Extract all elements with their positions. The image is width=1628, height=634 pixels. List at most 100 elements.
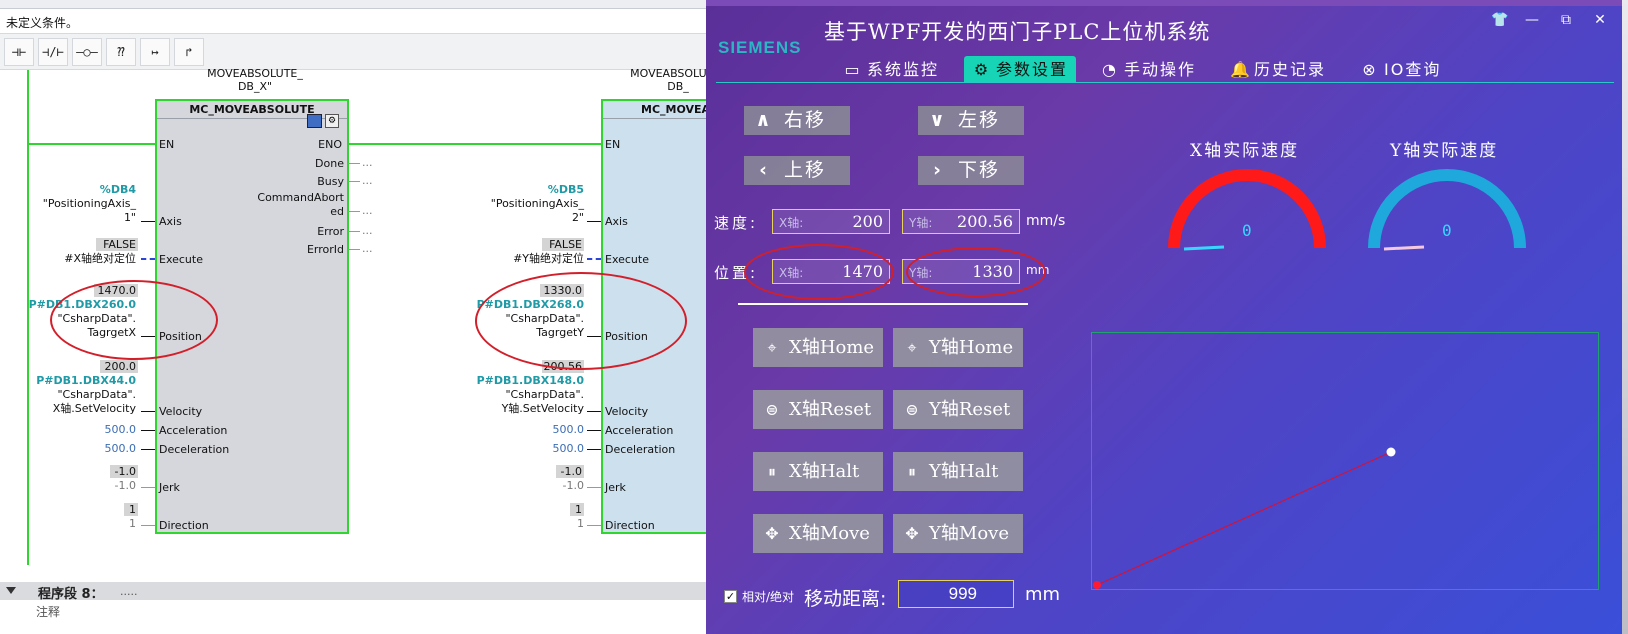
y-move-button[interactable]: ✥ Y轴Move — [893, 514, 1023, 553]
speed-y-value: 200.56 — [957, 212, 1013, 231]
x-reset-button[interactable]: ⊜ X轴Reset — [753, 390, 883, 429]
no-contact-button[interactable]: ⊣⊢ — [4, 38, 34, 66]
pin-en: EN — [159, 138, 175, 151]
velocity-addr-y: P#DB1.DBX148.0 — [476, 374, 584, 387]
button-label: Y轴Move — [929, 523, 1009, 544]
tab-parameter-settings[interactable]: ⚙ 参数设置 — [964, 56, 1077, 83]
bell-icon: 🔔 — [1230, 60, 1250, 79]
open-branch-button[interactable]: ↦ — [140, 38, 170, 66]
axis-name-y-1: "PositioningAxis_ — [490, 197, 584, 210]
velocity-tag-x-1: "CsharpData". — [57, 388, 136, 401]
speed-y-placeholder: Y轴: — [909, 216, 933, 230]
annotation-ellipse-pos-y — [906, 247, 1046, 297]
button-label: Y轴Halt — [929, 461, 999, 482]
out-wire — [348, 211, 360, 212]
app-title: 基于WPF开发的西门子PLC上位机系统 — [824, 20, 1211, 44]
out-wire — [348, 181, 360, 182]
diagnostics-icon[interactable]: ⚙ — [325, 114, 339, 128]
move-up-button[interactable]: ‹ 上移 — [744, 156, 850, 185]
move-distance-value: 999 — [948, 584, 977, 603]
acceleration-value-y: 500.0 — [552, 423, 585, 436]
chevron-right-icon: › — [933, 159, 941, 181]
tab-io-query[interactable]: ⊗ IO查询 — [1360, 56, 1441, 83]
execute-wire — [141, 258, 155, 260]
move-distance-unit: mm — [1025, 584, 1061, 605]
eno-to-en-wire — [347, 143, 602, 145]
pin-deceleration: Deceleration — [159, 443, 230, 456]
speed-x-field[interactable]: X轴: 200 — [772, 209, 890, 234]
separator-line — [738, 303, 1028, 305]
in-wire — [141, 525, 155, 526]
gauge-x — [1168, 169, 1326, 251]
skin-icon[interactable]: 👕 — [1490, 12, 1510, 28]
y-halt-button[interactable]: ⏸ Y轴Halt — [893, 452, 1023, 491]
pin-errorid: ErrorId — [306, 243, 344, 256]
pin-velocity: Velocity — [159, 405, 203, 418]
x-home-button[interactable]: ⌖ X轴Home — [753, 328, 883, 367]
button-label: 上移 — [784, 159, 827, 181]
button-label: Y轴Home — [929, 337, 1014, 358]
pin-execute: Execute — [605, 253, 649, 266]
button-label: Y轴Reset — [929, 399, 1011, 420]
in-wire — [587, 525, 601, 526]
move-left-button[interactable]: ∨ 左移 — [918, 106, 1024, 135]
empty-box-button[interactable]: ⁇ — [106, 38, 136, 66]
move-right-button[interactable]: ∧ 右移 — [744, 106, 850, 135]
deceleration-value-y: 500.0 — [552, 442, 585, 455]
velocity-value-x: 200.0 — [100, 360, 138, 373]
y-reset-button[interactable]: ⊜ Y轴Reset — [893, 390, 1023, 429]
trajectory-svg — [1093, 447, 1396, 589]
collapse-icon[interactable] — [6, 587, 16, 594]
tab-system-monitor[interactable]: ▭ 系统监控 — [843, 56, 939, 83]
move-icon: ✥ — [765, 524, 779, 543]
pin-direction: Direction — [159, 519, 209, 532]
condition-text: 未定义条件。 — [6, 16, 79, 30]
x-halt-button[interactable]: ⏸ X轴Halt — [753, 452, 883, 491]
tab-history[interactable]: 🔔 历史记录 — [1230, 56, 1326, 83]
maximize-button[interactable]: ⧉ — [1556, 12, 1576, 28]
in-wire — [141, 487, 155, 488]
speed-y-field[interactable]: Y轴: 200.56 — [902, 209, 1020, 234]
speed-x-placeholder: X轴: — [779, 216, 804, 230]
target-icon: ⌖ — [767, 338, 777, 357]
pin-done: Done — [315, 157, 344, 170]
chevron-left-icon: ‹ — [759, 159, 767, 181]
trajectory-plot — [1091, 332, 1599, 590]
tab-label: 历史记录 — [1254, 60, 1327, 79]
tab-manual-operation[interactable]: ◔ 手动操作 — [1100, 56, 1196, 83]
coil-button[interactable]: –○– — [72, 38, 102, 66]
relative-checkbox[interactable]: ✓ — [724, 590, 737, 603]
in-wire — [587, 487, 601, 488]
gauge-y — [1368, 169, 1526, 251]
close-branch-button[interactable]: ↱ — [174, 38, 204, 66]
db-open-icon[interactable] — [307, 114, 322, 128]
move-distance-field[interactable]: 999 — [898, 580, 1014, 608]
close-button[interactable]: ✕ — [1590, 12, 1610, 28]
instance-db-y-line2: DB_ — [667, 80, 689, 93]
in-wire — [141, 221, 155, 222]
en-wire-x — [27, 143, 155, 145]
network-comment[interactable]: 注释 — [36, 603, 60, 620]
out-dots: ... — [362, 224, 373, 237]
pin-axis: Axis — [159, 215, 182, 228]
instance-db-x-line2: DB_X" — [237, 80, 273, 93]
in-wire — [587, 430, 601, 431]
gear-icon: ⚙ — [973, 60, 989, 79]
jerk-default-x: -1.0 — [114, 479, 136, 492]
acceleration-value-x: 500.0 — [104, 423, 137, 436]
button-label: 右移 — [784, 109, 827, 131]
y-home-button[interactable]: ⌖ Y轴Home — [893, 328, 1023, 367]
monitor-icon: ▭ — [844, 60, 860, 79]
execute-value-y: FALSE — [542, 238, 584, 251]
minimize-button[interactable]: — — [1522, 12, 1542, 28]
jerk-value-y: -1.0 — [556, 465, 584, 478]
button-label: 下移 — [958, 159, 1001, 181]
move-down-button[interactable]: › 下移 — [918, 156, 1024, 185]
nc-contact-button[interactable]: ⊣/⊢ — [38, 38, 68, 66]
network-title-placeholder[interactable]: ..... — [120, 585, 137, 598]
execute-value-x: FALSE — [96, 238, 138, 251]
x-move-button[interactable]: ✥ X轴Move — [753, 514, 883, 553]
chevron-down-icon: ∨ — [929, 109, 945, 131]
network-header[interactable] — [0, 582, 706, 600]
button-label: 左移 — [958, 109, 1001, 131]
